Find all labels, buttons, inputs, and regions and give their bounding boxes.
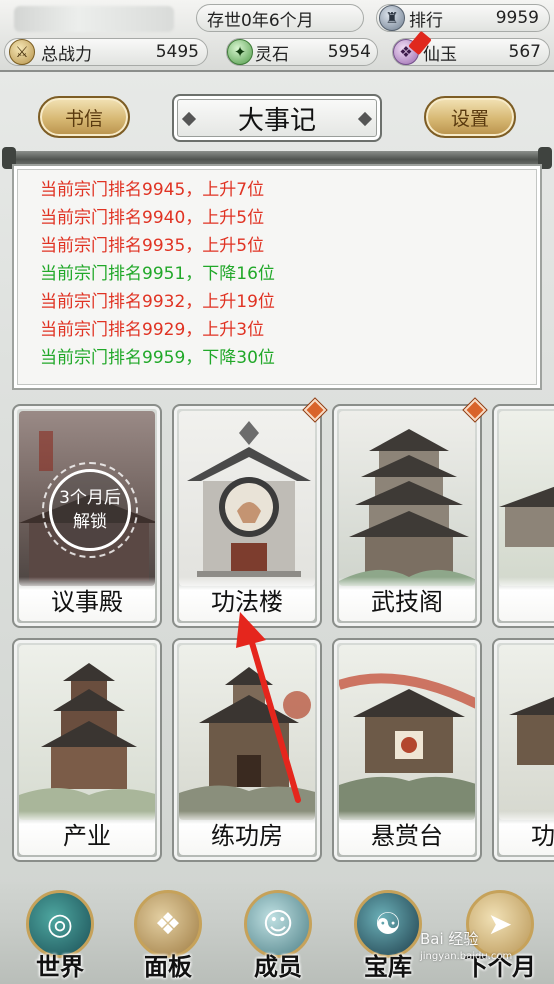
title-ornament-icon <box>357 111 373 127</box>
unlock-countdown: 3个月后 <box>59 488 121 508</box>
watermark-line1: Bai 经验 <box>420 930 479 948</box>
building-card-martial-pavilion[interactable]: 武技阁 <box>332 404 482 628</box>
council-hall-art: 3个月后 解锁 <box>19 411 155 586</box>
building-card-partial-2[interactable]: 功 <box>492 638 554 862</box>
nav-label: 面板 <box>144 953 192 981</box>
nav-panel[interactable]: ❖ 面板 <box>120 890 216 982</box>
page-title: 大事记 <box>172 94 382 142</box>
building-card-industry[interactable]: 产业 <box>12 638 162 862</box>
log-entry: 当前宗门排名9945，上升7位 <box>40 180 265 200</box>
technique-tower-building-icon <box>187 421 311 577</box>
partial-building-art <box>499 411 554 586</box>
training-room-building-icon <box>179 667 315 820</box>
power-value: 5495 <box>155 42 199 62</box>
player-name-redacted <box>14 6 174 32</box>
rank-display[interactable]: ♜ 排行 9959 <box>376 4 550 32</box>
locked-overlay: 3个月后 解锁 <box>42 462 138 558</box>
partial-building-2-art <box>499 645 554 820</box>
log-entry: 当前宗门排名9929，上升3位 <box>40 320 265 340</box>
watermark-line2: jingyan.baidu.com <box>420 951 513 962</box>
log-entry: 当前宗门排名9935，上升5位 <box>40 236 265 256</box>
building-label: 练功房 <box>179 811 315 855</box>
log-entry: 当前宗门排名9940，上升5位 <box>40 208 265 228</box>
industry-building-icon <box>19 663 155 820</box>
unlock-label: 解锁 <box>73 512 107 532</box>
scroll-rod <box>2 147 552 169</box>
log-entry: 当前宗门排名9951，下降16位 <box>40 264 275 284</box>
building-card-training-room[interactable]: 练功房 <box>172 638 322 862</box>
building-card-technique-tower[interactable]: 功法楼 <box>172 404 322 628</box>
jade-label: 仙玉 <box>423 44 457 65</box>
training-room-art <box>179 645 315 820</box>
martial-pavilion-art <box>339 411 475 586</box>
watermark: Bai 经验 jingyan.baidu.com <box>420 930 554 970</box>
bounty-board-art <box>339 645 475 820</box>
power-display: ⚔ 总战力 5495 <box>4 38 208 66</box>
partial-building-icon <box>499 486 554 547</box>
rank-value: 9959 <box>495 8 539 28</box>
power-label: 总战力 <box>41 44 92 65</box>
nav-world[interactable]: ◎ 世界 <box>12 890 108 982</box>
nav-members[interactable]: ☺ 成员 <box>230 890 326 982</box>
event-log[interactable]: 当前宗门排名9945，上升7位 当前宗门排名9940，上升5位 当前宗门排名99… <box>12 164 542 390</box>
industry-art <box>19 645 155 820</box>
building-label: 武技阁 <box>339 577 475 621</box>
bounty-board-building-icon <box>339 673 475 820</box>
jade-display[interactable]: ❖ 仙玉 567 <box>392 30 550 66</box>
page-title-text: 大事记 <box>237 105 316 136</box>
settings-button[interactable]: 设置 <box>424 96 516 138</box>
building-card-council-hall[interactable]: 3个月后 解锁 议事殿 <box>12 404 162 628</box>
letters-button[interactable]: 书信 <box>38 96 130 138</box>
building-label: 议事殿 <box>19 577 155 621</box>
rank-icon: ♜ <box>379 5 405 31</box>
game-time: 存世0年6个月 <box>196 4 364 32</box>
nav-label: 成员 <box>254 953 302 981</box>
building-label: 悬赏台 <box>339 811 475 855</box>
building-label: 功法楼 <box>179 577 315 621</box>
spirit-stone-icon: ✦ <box>227 39 253 65</box>
jade-value: 567 <box>508 42 541 62</box>
log-entry: 当前宗门排名9932，上升19位 <box>40 292 275 312</box>
title-ornament-icon <box>181 111 197 127</box>
game-time-label: 存世0年6个月 <box>207 10 314 31</box>
spirit-stone-value: 5954 <box>327 42 371 62</box>
technique-tower-art <box>179 411 315 586</box>
spirit-stone-label: 灵石 <box>255 44 289 65</box>
building-card-partial[interactable] <box>492 404 554 628</box>
partial-building-2-icon <box>509 697 554 765</box>
martial-pavilion-building-icon <box>339 429 475 586</box>
power-icon: ⚔ <box>9 39 35 65</box>
building-card-bounty-board[interactable]: 悬赏台 <box>332 638 482 862</box>
spirit-stone-display[interactable]: ✦ 灵石 5954 <box>226 38 378 66</box>
log-entry: 当前宗门排名9959，下降30位 <box>40 348 275 368</box>
building-label: 功 <box>499 811 554 855</box>
status-bar: 存世0年6个月 ♜ 排行 9959 ⚔ 总战力 5495 ✦ 灵石 5954 ❖… <box>0 0 554 72</box>
rank-label: 排行 <box>409 10 443 31</box>
building-label: 产业 <box>19 811 155 855</box>
nav-label: 世界 <box>36 953 84 981</box>
building-label <box>499 577 554 621</box>
